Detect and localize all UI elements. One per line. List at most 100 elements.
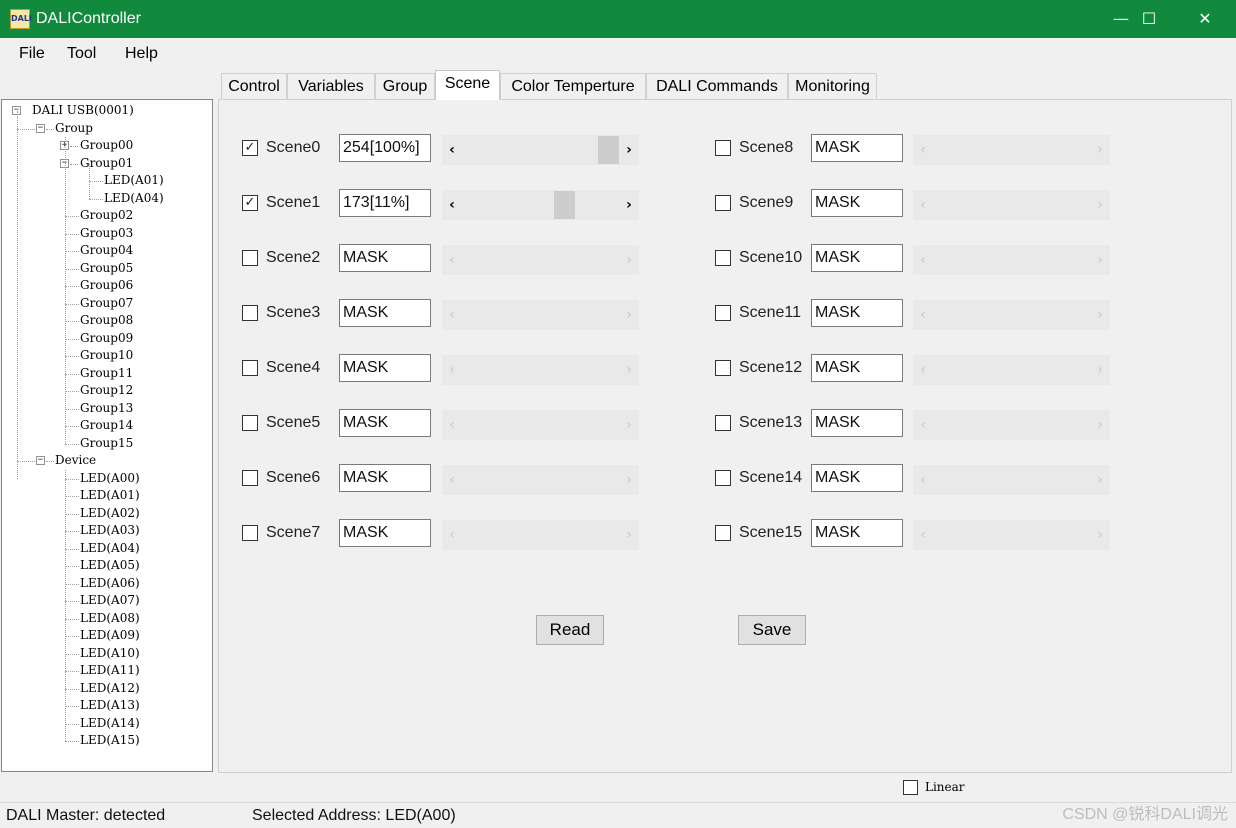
- slider-left-arrow-icon[interactable]: ‹: [445, 306, 459, 324]
- scene-12-level-slider[interactable]: ‹ ›: [913, 355, 1110, 385]
- slider-right-arrow-icon[interactable]: ›: [1093, 141, 1107, 159]
- slider-right-arrow-icon[interactable]: ›: [622, 196, 636, 214]
- scene-6-level-slider[interactable]: ‹ ›: [442, 465, 639, 495]
- close-button[interactable]: ✕: [1182, 0, 1228, 38]
- scene-9-level-slider[interactable]: ‹ ›: [913, 190, 1110, 220]
- slider-right-arrow-icon[interactable]: ›: [622, 526, 636, 544]
- slider-right-arrow-icon[interactable]: ›: [622, 416, 636, 434]
- slider-thumb[interactable]: [598, 136, 619, 164]
- device-tree[interactable]: − DALI USB(0001) − Group + Group00− Group01 LED…: [1, 99, 213, 772]
- slider-left-arrow-icon[interactable]: ‹: [445, 251, 459, 269]
- tree-group-group13[interactable]: Group13: [80, 401, 133, 415]
- slider-right-arrow-icon[interactable]: ›: [622, 306, 636, 324]
- scene-2-checkbox[interactable]: [242, 250, 258, 266]
- tree-device-item[interactable]: LED(A02): [80, 506, 140, 520]
- scene-10-level-slider[interactable]: ‹ ›: [913, 245, 1110, 275]
- tree-group-group14[interactable]: Group14: [80, 418, 133, 432]
- device-collapse-icon[interactable]: −: [36, 456, 45, 465]
- linear-checkbox[interactable]: [903, 780, 918, 795]
- tree-group-group00[interactable]: Group00: [80, 138, 133, 152]
- slider-left-arrow-icon[interactable]: ‹: [916, 196, 930, 214]
- tree-device-item[interactable]: LED(A10): [80, 646, 140, 660]
- scene-9-checkbox[interactable]: [715, 195, 731, 211]
- scene-11-value-field[interactable]: MASK: [811, 299, 903, 327]
- tree-device-item[interactable]: LED(A01): [80, 488, 140, 502]
- scene-1-value-field[interactable]: 173[11%]: [339, 189, 431, 217]
- tab-monitoring[interactable]: Monitoring: [788, 73, 877, 100]
- scene-5-value-field[interactable]: MASK: [339, 409, 431, 437]
- read-button[interactable]: Read: [536, 615, 604, 645]
- tree-group-group06[interactable]: Group06: [80, 278, 133, 292]
- scene-13-value-field[interactable]: MASK: [811, 409, 903, 437]
- slider-right-arrow-icon[interactable]: ›: [1093, 416, 1107, 434]
- scene-14-checkbox[interactable]: [715, 470, 731, 486]
- menu-help[interactable]: Help: [125, 45, 158, 63]
- tree-device-item[interactable]: LED(A12): [80, 681, 140, 695]
- slider-left-arrow-icon[interactable]: ‹: [916, 526, 930, 544]
- slider-right-arrow-icon[interactable]: ›: [622, 141, 636, 159]
- group-collapse-icon[interactable]: −: [36, 123, 45, 133]
- tree-group-group03[interactable]: Group03: [80, 226, 133, 240]
- scene-15-value-field[interactable]: MASK: [811, 519, 903, 547]
- tree-device-folder[interactable]: Device: [55, 453, 96, 467]
- scene-1-level-slider[interactable]: ‹ ›: [442, 190, 639, 220]
- scene-7-value-field[interactable]: MASK: [339, 519, 431, 547]
- scene-15-level-slider[interactable]: ‹ ›: [913, 520, 1110, 550]
- tree-group01-child[interactable]: LED(A04): [104, 191, 164, 205]
- scene-3-level-slider[interactable]: ‹ ›: [442, 300, 639, 330]
- tree-device-item[interactable]: LED(A04): [80, 541, 140, 555]
- scene-15-checkbox[interactable]: [715, 525, 731, 541]
- scene-0-value-field[interactable]: 254[100%]: [339, 134, 431, 162]
- scene-10-checkbox[interactable]: [715, 250, 731, 266]
- slider-left-arrow-icon[interactable]: ‹: [916, 471, 930, 489]
- tab-control[interactable]: Control: [221, 73, 287, 100]
- scene-13-level-slider[interactable]: ‹ ›: [913, 410, 1110, 440]
- tree-group-folder[interactable]: Group: [55, 121, 93, 135]
- scene-2-value-field[interactable]: MASK: [339, 244, 431, 272]
- scene-3-checkbox[interactable]: [242, 305, 258, 321]
- scene-8-value-field[interactable]: MASK: [811, 134, 903, 162]
- tree-device-item[interactable]: LED(A14): [80, 716, 140, 730]
- slider-right-arrow-icon[interactable]: ›: [622, 251, 636, 269]
- tree-device-item[interactable]: LED(A09): [80, 628, 140, 642]
- scene-1-checkbox[interactable]: ✓: [242, 195, 258, 211]
- scene-11-level-slider[interactable]: ‹ ›: [913, 300, 1110, 330]
- tree-device-item[interactable]: LED(A11): [80, 663, 140, 677]
- tree-group-group02[interactable]: Group02: [80, 208, 133, 222]
- slider-left-arrow-icon[interactable]: ‹: [445, 141, 459, 159]
- scene-0-checkbox[interactable]: ✓: [242, 140, 258, 156]
- scene-7-checkbox[interactable]: [242, 525, 258, 541]
- save-button[interactable]: Save: [738, 615, 806, 645]
- slider-thumb[interactable]: [554, 191, 576, 219]
- tree-device-item[interactable]: LED(A06): [80, 576, 140, 590]
- slider-left-arrow-icon[interactable]: ‹: [445, 416, 459, 434]
- scene-5-checkbox[interactable]: [242, 415, 258, 431]
- tree-device-item[interactable]: LED(A13): [80, 698, 140, 712]
- tab-dali-commands[interactable]: DALI Commands: [646, 73, 788, 100]
- scene-12-value-field[interactable]: MASK: [811, 354, 903, 382]
- scene-5-level-slider[interactable]: ‹ ›: [442, 410, 639, 440]
- scene-0-level-slider[interactable]: ‹ ›: [442, 135, 639, 165]
- scene-10-value-field[interactable]: MASK: [811, 244, 903, 272]
- tree-group01-child[interactable]: LED(A01): [104, 173, 164, 187]
- slider-left-arrow-icon[interactable]: ‹: [916, 141, 930, 159]
- tab-group[interactable]: Group: [375, 73, 435, 100]
- scene-4-level-slider[interactable]: ‹ ›: [442, 355, 639, 385]
- scene-6-checkbox[interactable]: [242, 470, 258, 486]
- tree-group-group01[interactable]: Group01: [80, 156, 133, 170]
- menu-tool[interactable]: Tool: [67, 45, 96, 63]
- scene-13-checkbox[interactable]: [715, 415, 731, 431]
- tree-group-group10[interactable]: Group10: [80, 348, 133, 362]
- slider-left-arrow-icon[interactable]: ‹: [916, 361, 930, 379]
- slider-left-arrow-icon[interactable]: ‹: [445, 361, 459, 379]
- tree-root[interactable]: DALI USB(0001): [32, 103, 134, 117]
- slider-right-arrow-icon[interactable]: ›: [1093, 306, 1107, 324]
- scene-14-level-slider[interactable]: ‹ ›: [913, 465, 1110, 495]
- scene-12-checkbox[interactable]: [715, 360, 731, 376]
- scene-14-value-field[interactable]: MASK: [811, 464, 903, 492]
- slider-left-arrow-icon[interactable]: ‹: [916, 306, 930, 324]
- scene-7-level-slider[interactable]: ‹ ›: [442, 520, 639, 550]
- tree-device-item[interactable]: LED(A08): [80, 611, 140, 625]
- scene-9-value-field[interactable]: MASK: [811, 189, 903, 217]
- tree-group-group11[interactable]: Group11: [80, 366, 133, 380]
